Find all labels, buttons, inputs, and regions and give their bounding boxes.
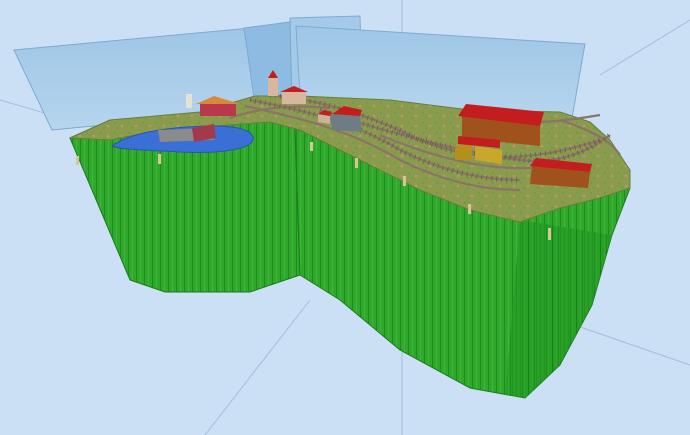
3d-viewport[interactable] (0, 0, 690, 435)
building-yellow-shed[interactable] (455, 136, 502, 164)
3d-scene[interactable] (0, 0, 690, 435)
